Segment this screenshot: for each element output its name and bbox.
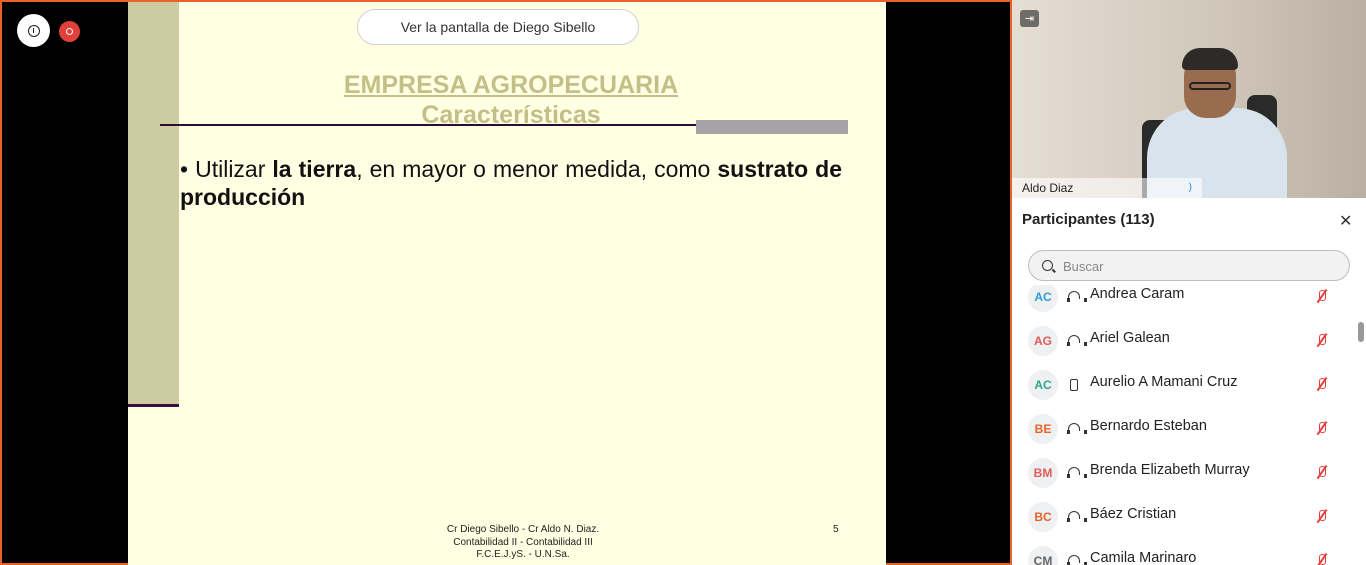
headset-icon <box>1067 335 1087 346</box>
muted-mic-icon[interactable] <box>1316 509 1328 523</box>
participant-row[interactable]: CM Camila Marinaro <box>1028 546 1348 565</box>
headset-icon <box>1067 291 1087 302</box>
headset-icon <box>1067 555 1087 565</box>
muted-mic-icon[interactable] <box>1316 421 1328 435</box>
headset-icon <box>1067 467 1087 478</box>
muted-mic-icon[interactable] <box>1316 333 1328 347</box>
headset-icon <box>1067 423 1087 434</box>
search-icon <box>1042 260 1053 271</box>
participant-name: Ariel Galean <box>1090 330 1170 346</box>
meeting-info-button[interactable] <box>17 14 50 47</box>
avatar: AC <box>1028 285 1058 312</box>
bullet-text-2: , en mayor o menor medida, como <box>356 156 718 182</box>
participant-row[interactable]: AC Aurelio A Mamani Cruz <box>1028 370 1348 402</box>
video-name: Aldo Diaz <box>1022 181 1074 195</box>
record-icon <box>66 28 73 35</box>
footer-line-2: Contabilidad II - Contabilidad III <box>453 536 593 548</box>
avatar: CM <box>1028 546 1058 565</box>
participant-name: Aurelio A Mamani Cruz <box>1090 374 1238 390</box>
participant-row[interactable]: BC Báez Cristian <box>1028 502 1348 534</box>
view-screen-label: Ver la pantalla de Diego Sibello <box>400 19 596 35</box>
close-participants-button[interactable]: ✕ <box>1339 211 1352 231</box>
avatar: BM <box>1028 458 1058 488</box>
participant-row[interactable]: BE Bernardo Esteban <box>1028 414 1348 446</box>
video-person-glasses <box>1189 82 1231 90</box>
muted-mic-icon[interactable] <box>1316 289 1328 303</box>
avatar: BC <box>1028 502 1058 532</box>
muted-mic-icon[interactable] <box>1316 553 1328 565</box>
participant-name: Brenda Elizabeth Murray <box>1090 462 1250 478</box>
title-accent-bar <box>696 120 848 134</box>
headset-icon <box>1067 511 1087 522</box>
avatar: BE <box>1028 414 1058 444</box>
bullet-marker: • <box>180 156 189 182</box>
avatar: AC <box>1028 370 1058 400</box>
slide-bullet: • Utilizar la tierra, en mayor o menor m… <box>180 155 842 211</box>
phone-icon <box>1070 379 1078 391</box>
search-input[interactable] <box>1063 257 1333 275</box>
participant-name: Bernardo Esteban <box>1090 418 1207 434</box>
participant-list: AC Andrea Caram AG Ariel Galean AC Aurelio A … <box>1012 285 1357 565</box>
footer-line-1: Cr Diego Sibello - Cr Aldo N. Diaz. <box>446 524 600 535</box>
slide-page-number: 5 <box>833 524 839 535</box>
slide-footer: Cr Diego Sibello - Cr Aldo N. Diaz. Cont… <box>428 524 618 562</box>
meeting-window: Ver la pantalla de Diego Sibello EMPRESA… <box>0 0 1366 565</box>
slide-decor-bar <box>128 2 179 405</box>
close-icon: ✕ <box>1339 213 1353 230</box>
info-icon <box>27 24 40 37</box>
participant-name: Andrea Caram <box>1090 286 1185 302</box>
collapse-video-button[interactable]: ⇥ <box>1020 10 1039 27</box>
avatar: AG <box>1028 326 1058 356</box>
shared-screen: Ver la pantalla de Diego Sibello EMPRESA… <box>0 0 1010 565</box>
audio-signal-icon: ) <box>1188 182 1192 193</box>
footer-line-3: F.C.E.J.yS. - U.N.Sa. <box>476 549 570 560</box>
video-name-tag: Aldo Diaz ) <box>1012 178 1202 198</box>
participant-name: Báez Cristian <box>1090 506 1177 522</box>
participant-name: Camila Marinaro <box>1090 550 1197 565</box>
muted-mic-icon[interactable] <box>1316 377 1328 391</box>
muted-mic-icon[interactable] <box>1316 465 1328 479</box>
participant-row[interactable]: BM Brenda Elizabeth Murray <box>1028 458 1348 490</box>
view-screen-button[interactable]: Ver la pantalla de Diego Sibello <box>357 9 639 45</box>
side-panel: ⇥ Aldo Diaz ) Participantes (113) ✕ AC An… <box>1010 0 1366 565</box>
bullet-bold-1: la tierra <box>272 156 357 182</box>
slide-title-line1: EMPRESA AGROPECUARIA <box>343 71 679 99</box>
presentation-slide: Ver la pantalla de Diego Sibello EMPRESA… <box>128 2 886 565</box>
recording-button[interactable] <box>59 21 80 42</box>
participants-title: Participantes (113) <box>1022 211 1155 228</box>
slide-decor-line <box>128 404 179 407</box>
participant-row[interactable]: AC Andrea Caram <box>1028 285 1348 314</box>
participant-video[interactable]: ⇥ Aldo Diaz ) <box>1012 0 1366 198</box>
participant-row[interactable]: AG Ariel Galean <box>1028 326 1348 358</box>
participant-list-scrollbar[interactable] <box>1358 322 1364 342</box>
participant-search[interactable] <box>1028 250 1350 281</box>
bullet-text-1: Utilizar <box>188 156 273 182</box>
collapse-icon: ⇥ <box>1024 13 1035 25</box>
video-person-hair <box>1182 48 1238 70</box>
